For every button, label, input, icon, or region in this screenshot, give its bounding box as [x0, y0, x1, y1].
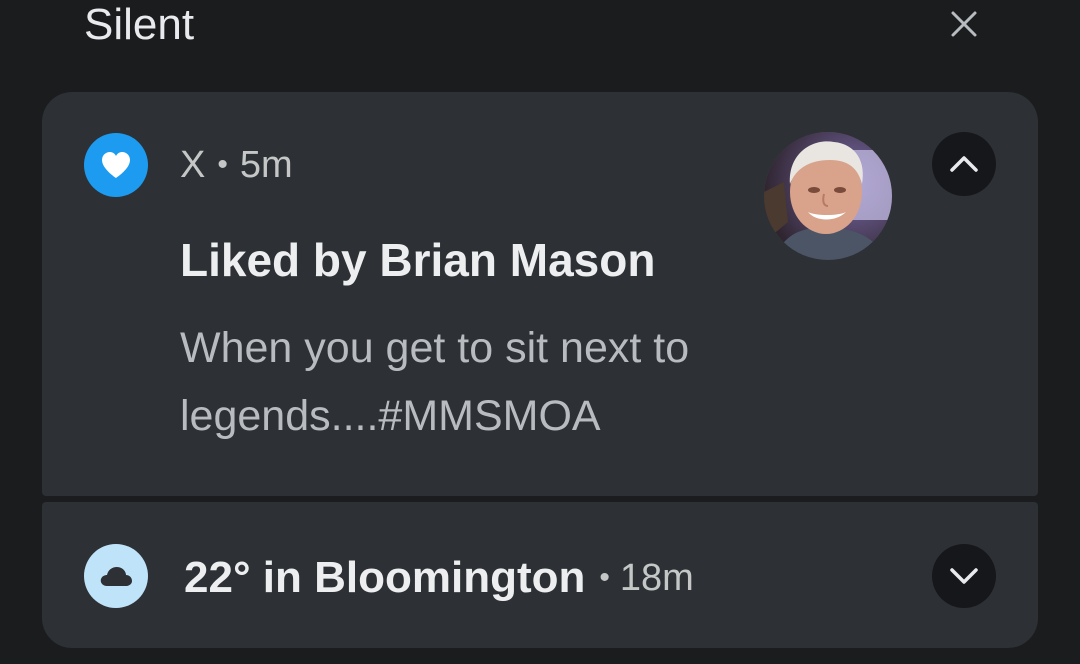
notification-card-weather[interactable]: 22° in Bloomington • 18m — [42, 502, 1038, 648]
avatar — [764, 132, 892, 260]
notification-body: When you get to sit next to legends....#… — [180, 324, 690, 440]
notification-time: 18m — [619, 556, 694, 599]
notification-title: Liked by Brian Mason — [180, 234, 656, 286]
notification-time: 5m — [239, 143, 293, 186]
notification-shade: Silent X • 5m Liked by Brian Mason When … — [0, 0, 1080, 664]
x-app-icon — [84, 133, 148, 197]
dismiss-all-button[interactable] — [942, 2, 986, 46]
expand-button[interactable] — [932, 544, 996, 608]
close-icon — [951, 11, 977, 37]
heart-icon — [102, 152, 130, 178]
cloud-icon — [100, 567, 132, 586]
weather-app-icon — [84, 544, 148, 608]
meta-separator: • — [599, 561, 610, 594]
notification-meta: X • 5m — [180, 140, 293, 190]
weather-summary: 22° in Bloomington • 18m — [184, 550, 694, 606]
meta-separator: • — [217, 148, 228, 181]
notification-title: 22° in Bloomington — [184, 553, 586, 602]
chevron-down-icon — [950, 568, 978, 584]
chevron-up-icon — [950, 156, 978, 172]
section-title: Silent — [84, 0, 195, 49]
app-name: X — [180, 143, 206, 186]
collapse-button[interactable] — [932, 132, 996, 196]
profile-photo — [764, 132, 892, 260]
notification-card-x[interactable]: X • 5m Liked by Brian Mason When you get… — [42, 92, 1038, 496]
